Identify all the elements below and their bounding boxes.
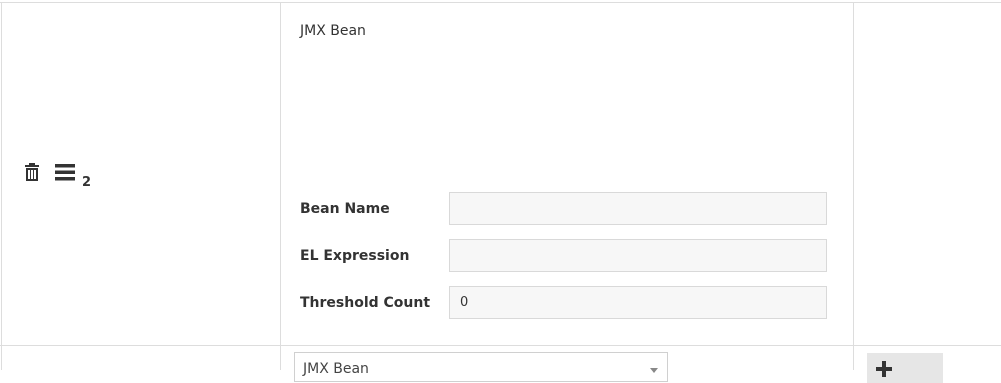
threshold-count-label: Threshold Count xyxy=(300,295,431,311)
table-left-border xyxy=(1,2,2,370)
row-index: 2 xyxy=(82,175,92,190)
hamburger-menu-icon[interactable] xyxy=(55,163,75,181)
rule-type-select[interactable]: JMX Bean xyxy=(294,352,668,382)
rule-type-title: JMX Bean xyxy=(300,23,366,39)
bean-name-label: Bean Name xyxy=(300,201,390,217)
row-divider xyxy=(0,345,1001,346)
trash-icon[interactable] xyxy=(24,162,40,182)
column-divider-1 xyxy=(280,2,281,370)
chevron-down-icon xyxy=(650,368,658,373)
threshold-count-input[interactable] xyxy=(449,286,827,319)
el-expression-label: EL Expression xyxy=(300,248,410,264)
el-expression-input[interactable] xyxy=(449,239,827,272)
rules-table: 2 JMX Bean Bean Name EL Expression Thres… xyxy=(0,0,1001,383)
bean-name-input[interactable] xyxy=(449,192,827,225)
column-divider-2 xyxy=(853,2,854,370)
add-rule-button[interactable] xyxy=(867,353,943,383)
plus-icon xyxy=(876,361,892,377)
table-top-border xyxy=(0,2,1001,3)
rule-type-select-value: JMX Bean xyxy=(303,361,369,377)
